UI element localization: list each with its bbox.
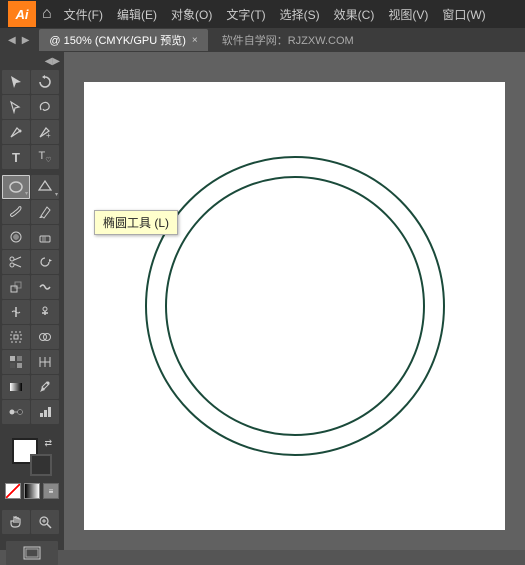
zoom-tool[interactable] bbox=[31, 510, 59, 534]
tool-row-13 bbox=[2, 375, 62, 399]
chart-tool[interactable] bbox=[31, 400, 59, 424]
pencil-tool[interactable] bbox=[31, 200, 59, 224]
website-label: 软件自学网：RJZXW.COM bbox=[222, 32, 354, 48]
type-tool[interactable]: T bbox=[2, 145, 30, 169]
tool-row-5: ▾ ▾ bbox=[2, 175, 62, 199]
swap-colors-icon[interactable]: ⇄ bbox=[44, 438, 52, 449]
svg-text:+: + bbox=[46, 131, 51, 139]
blob-brush-tool[interactable] bbox=[2, 225, 30, 249]
color-mode-icon[interactable]: ≡ bbox=[43, 483, 59, 499]
color-quick-row: ≡ bbox=[3, 481, 61, 501]
tool-row-7 bbox=[2, 225, 62, 249]
ellipse-tool[interactable]: ▾ bbox=[2, 175, 30, 199]
artboard bbox=[84, 82, 505, 530]
tool-row-4: T T♡ bbox=[2, 145, 62, 169]
screen-mode-button[interactable] bbox=[6, 541, 58, 565]
inner-circle bbox=[165, 176, 425, 436]
tool-row-14 bbox=[2, 400, 62, 424]
main-area: ◀▶ + bbox=[0, 52, 525, 550]
warp-tool[interactable] bbox=[31, 275, 59, 299]
tab-prev[interactable]: ◀ bbox=[6, 35, 18, 46]
tool-row-8 bbox=[2, 250, 62, 274]
fill-stroke-boxes[interactable]: ⇄ bbox=[12, 438, 52, 476]
menu-object[interactable]: 对象(O) bbox=[165, 4, 218, 25]
circle-drawing bbox=[145, 156, 445, 456]
selection-tool[interactable] bbox=[2, 70, 30, 94]
shaper-tool[interactable]: ▾ bbox=[31, 175, 59, 199]
tab-bar: ◀ ▶ @ 150% (CMYK/GPU 预览) × 软件自学网：RJZXW.C… bbox=[0, 28, 525, 52]
menu-bar: 文件(F) 编辑(E) 对象(O) 文字(T) 选择(S) 效果(C) 视图(V… bbox=[58, 4, 517, 25]
add-anchor-tool[interactable]: + bbox=[31, 120, 59, 144]
title-bar: Ai ⌂ 文件(F) 编辑(E) 对象(O) 文字(T) 选择(S) 效果(C)… bbox=[0, 0, 525, 28]
tool-tooltip: 椭圆工具 (L) bbox=[94, 210, 178, 235]
tool-row-2 bbox=[2, 95, 62, 119]
touch-type-tool[interactable]: T♡ bbox=[31, 145, 59, 169]
tab-arrows: ◀ ▶ bbox=[6, 35, 31, 46]
menu-window[interactable]: 窗口(W) bbox=[436, 4, 491, 25]
gradient-tool[interactable] bbox=[2, 375, 30, 399]
puppet-warp-tool[interactable] bbox=[31, 300, 59, 324]
color-section: ⇄ ≡ bbox=[2, 434, 62, 505]
tab-next[interactable]: ▶ bbox=[20, 35, 32, 46]
width-tool[interactable] bbox=[2, 300, 30, 324]
none-color-icon[interactable] bbox=[5, 483, 21, 499]
menu-effects[interactable]: 效果(C) bbox=[328, 4, 381, 25]
screen-mode-area bbox=[2, 541, 62, 565]
menu-view[interactable]: 视图(V) bbox=[382, 4, 434, 25]
tool-row-hand-zoom bbox=[2, 510, 62, 534]
active-tab[interactable]: @ 150% (CMYK/GPU 预览) × bbox=[39, 29, 207, 51]
rotate-tool[interactable] bbox=[31, 250, 59, 274]
toolbar: ◀▶ + bbox=[0, 52, 64, 550]
menu-select[interactable]: 选择(S) bbox=[274, 4, 326, 25]
shape-builder-tool[interactable] bbox=[31, 325, 59, 349]
mesh-tool[interactable] bbox=[31, 350, 59, 374]
tab-label: @ 150% (CMYK/GPU 预览) bbox=[49, 32, 185, 48]
rotate-view-tool[interactable] bbox=[31, 70, 59, 94]
tool-row-3: + bbox=[2, 120, 62, 144]
menu-edit[interactable]: 编辑(E) bbox=[111, 4, 163, 25]
menu-file[interactable]: 文件(F) bbox=[58, 4, 109, 25]
eraser-tool[interactable] bbox=[31, 225, 59, 249]
menu-text[interactable]: 文字(T) bbox=[220, 4, 271, 25]
app-logo: Ai bbox=[8, 1, 36, 27]
toolbar-expand[interactable]: ◀▶ bbox=[2, 56, 62, 67]
pen-tool[interactable] bbox=[2, 120, 30, 144]
tool-row-6 bbox=[2, 200, 62, 224]
tool-row-9 bbox=[2, 275, 62, 299]
scale-tool[interactable] bbox=[2, 275, 30, 299]
tool-row-1 bbox=[2, 70, 62, 94]
app-icon-home[interactable]: ⌂ bbox=[42, 5, 52, 23]
free-transform-tool[interactable] bbox=[2, 325, 30, 349]
hand-tool[interactable] bbox=[2, 510, 30, 534]
paintbrush-tool[interactable] bbox=[2, 200, 30, 224]
tool-row-12 bbox=[2, 350, 62, 374]
stroke-color-box[interactable] bbox=[30, 454, 52, 476]
live-paint-tool[interactable] bbox=[2, 350, 30, 374]
blend-tool[interactable] bbox=[2, 400, 30, 424]
gradient-color-icon[interactable] bbox=[24, 483, 40, 499]
tab-close-button[interactable]: × bbox=[192, 35, 198, 46]
tool-row-10 bbox=[2, 300, 62, 324]
eyedropper-tool[interactable] bbox=[31, 375, 59, 399]
direct-select-tool[interactable] bbox=[2, 95, 30, 119]
scissors-tool[interactable] bbox=[2, 250, 30, 274]
tool-row-11 bbox=[2, 325, 62, 349]
tooltip-text: 椭圆工具 (L) bbox=[103, 216, 169, 230]
canvas-area: 椭圆工具 (L) bbox=[64, 52, 525, 550]
lasso-tool[interactable] bbox=[31, 95, 59, 119]
